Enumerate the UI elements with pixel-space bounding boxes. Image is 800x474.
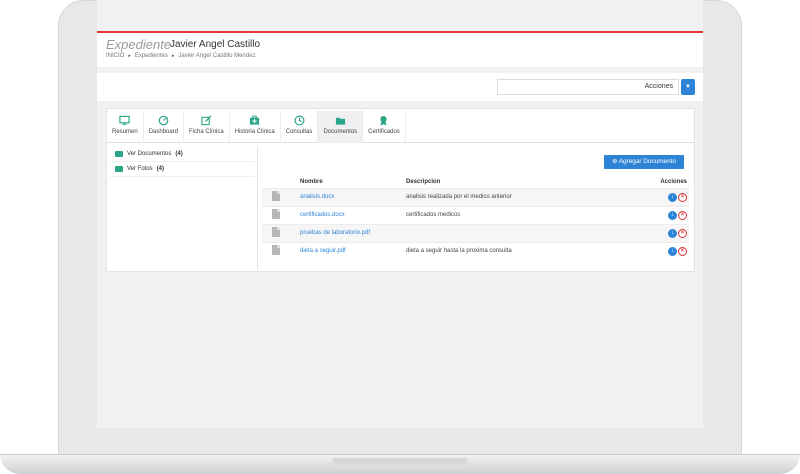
page-header: Expediente Javier Angel Castillo INICIO … <box>97 31 703 67</box>
delete-icon[interactable]: × <box>678 210 687 220</box>
record-tabs: Resumen Dashboard Ficha Clínica Historia… <box>107 111 694 143</box>
file-icon <box>272 191 280 201</box>
tab-label: Dashboard <box>148 129 179 135</box>
tab-certificados[interactable]: Certificados <box>363 111 406 143</box>
folder-icon <box>115 151 123 157</box>
breadcrumb-expedientes[interactable]: Expedientes <box>135 53 168 59</box>
file-icon <box>272 209 280 219</box>
chevron-down-icon[interactable]: ▼ <box>681 79 695 95</box>
table-row: certificados.docx certificados medicos ↓… <box>262 205 689 224</box>
column-nombre: Nombre <box>300 179 323 186</box>
download-icon[interactable]: ↓ <box>668 210 677 220</box>
tab-consultas[interactable]: Consultas <box>281 111 319 143</box>
download-icon[interactable]: ↓ <box>668 246 677 256</box>
download-icon[interactable]: ↓ <box>668 228 677 238</box>
document-link[interactable]: pruebas de laboratorio.pdf <box>300 230 370 236</box>
column-icon <box>262 177 300 188</box>
panel-divider <box>257 147 258 269</box>
file-icon <box>272 245 280 256</box>
table-row: analisis.docx analisis realizada por el … <box>262 187 689 206</box>
gauge-icon <box>158 115 169 126</box>
sidebar-item-label: Ver Documentos <box>127 151 172 157</box>
column-descripcion: Descripcion <box>406 179 441 186</box>
actions-bar: Acciones ▼ <box>97 73 703 101</box>
sidebar-item-fotos[interactable]: Ver Fotos (4) <box>110 162 255 177</box>
documents-sidebar: Ver Documentos (4) Ver Fotos (4) <box>110 147 255 177</box>
breadcrumb-separator-icon: ▸ <box>171 53 175 59</box>
tab-label: Resumen <box>112 129 138 135</box>
tab-documentos[interactable]: Documentos <box>318 111 364 143</box>
table-header: Nombre Descripcion Acciones <box>262 177 689 188</box>
tab-label: Certificados <box>368 129 400 135</box>
file-icon <box>272 227 280 237</box>
clock-icon <box>294 115 305 126</box>
download-icon[interactable]: ↓ <box>668 192 677 202</box>
app-screen: Expediente Javier Angel Castillo INICIO … <box>97 0 703 428</box>
delete-icon[interactable]: × <box>678 246 687 256</box>
sidebar-item-documentos[interactable]: Ver Documentos (4) <box>110 147 255 162</box>
documents-table: Nombre Descripcion Acciones analisis.doc… <box>262 177 689 260</box>
tab-ficha-clinica[interactable]: Ficha Clínica <box>184 111 230 143</box>
laptop-notch <box>332 458 468 465</box>
delete-icon[interactable]: × <box>678 192 687 202</box>
breadcrumb: INICIO ▸ Expedientes ▸ Javier Angel Cast… <box>106 53 255 59</box>
plus-circle-icon: ⊕ <box>612 158 618 165</box>
document-description: certificados medicos <box>406 212 461 218</box>
sidebar-item-count: (4) <box>156 166 165 172</box>
delete-icon[interactable]: × <box>678 228 687 238</box>
tab-historia-clinica[interactable]: Historia Clinica <box>230 111 281 143</box>
document-description: analisis realizada por el medico anterio… <box>406 194 512 200</box>
tab-label: Historia Clinica <box>234 129 275 135</box>
document-link[interactable]: analisis.docx <box>300 194 334 200</box>
sidebar-item-count: (4) <box>175 151 183 157</box>
actions-dropdown[interactable]: Acciones <box>497 79 679 95</box>
folder-icon <box>115 166 123 172</box>
breadcrumb-home[interactable]: INICIO <box>106 53 124 59</box>
patient-name: Javier Angel Castillo <box>170 39 261 50</box>
add-document-button[interactable]: ⊕ Agregar Documento <box>604 155 684 169</box>
page-title: Expediente <box>106 37 172 52</box>
monitor-icon <box>119 115 131 125</box>
breadcrumb-separator-icon: ▸ <box>128 53 131 59</box>
sidebar-item-label: Ver Fotos <box>127 166 153 172</box>
add-document-label: Agregar Documento <box>618 158 676 165</box>
award-icon <box>380 116 388 126</box>
document-link[interactable]: dieta a seguir.pdf <box>300 248 346 254</box>
tab-resumen[interactable]: Resumen <box>107 111 144 143</box>
tab-label: Ficha Clínica <box>189 129 224 135</box>
tab-label: Consultas <box>285 129 313 135</box>
record-panel: Resumen Dashboard Ficha Clínica Historia… <box>106 108 695 272</box>
tab-dashboard[interactable]: Dashboard <box>144 111 185 143</box>
table-row: dieta a seguir.pdf dieta a seguir hasta … <box>262 241 689 260</box>
table-row: pruebas de laboratorio.pdf ↓ × <box>262 223 689 242</box>
document-link[interactable]: certificados.docx <box>300 212 345 218</box>
folder-icon <box>335 117 345 125</box>
breadcrumb-current: Javier Angel Castillo Mendez <box>178 53 256 59</box>
document-description: dieta a seguir hasta la proxima consulta <box>406 248 512 255</box>
column-acciones: Acciones <box>660 179 687 186</box>
tab-label: Documentos <box>323 129 358 135</box>
medical-kit-icon <box>250 115 260 125</box>
edit-icon <box>201 115 212 126</box>
